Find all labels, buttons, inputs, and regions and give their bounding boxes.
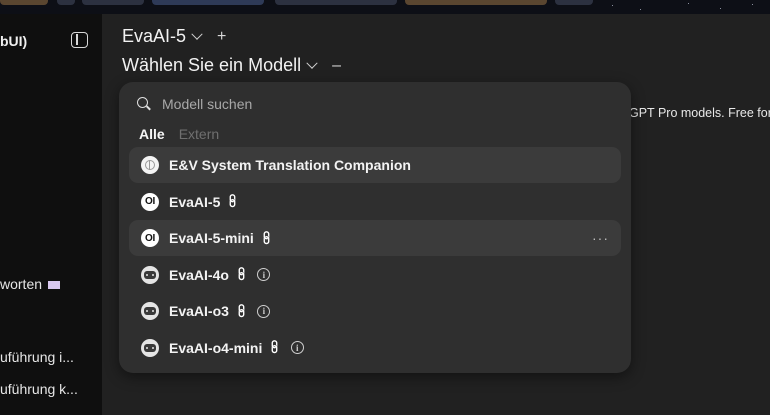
filter-tab-all[interactable]: Alle [139,126,165,142]
model-option[interactable]: OI EvaAI-5 🔗 [129,184,621,220]
sidebar-item[interactable]: uführung i... [0,349,74,365]
model-option-label: EvaAI-4o [169,266,229,283]
model-option[interactable]: OI EvaAI-5-mini 🔗 ··· [129,220,621,256]
oi-logo-icon: OI [141,229,159,247]
current-model-name[interactable]: EvaAI-5 [122,26,186,47]
sidebar-toggle-icon[interactable] [71,32,88,48]
model-header: EvaAI-5 + [122,26,226,47]
model-option-label: EvaAI-5-mini [169,230,254,246]
model-option[interactable]: E&V System Translation Companion [129,147,621,183]
model-search [137,96,462,112]
link-icon: 🔗 [225,193,242,210]
model-search-input[interactable] [162,96,462,112]
model-option[interactable]: EvaAI-o4-mini 🔗 i [129,330,621,366]
browser-tab[interactable] [57,0,75,5]
sidebar-item-label: uführung k... [0,381,78,397]
sidebar-item-label: worten [0,276,43,292]
info-icon[interactable]: i [257,304,271,318]
filter-tab-external[interactable]: Extern [179,126,219,142]
link-icon: 🔗 [233,302,251,320]
browser-tab[interactable] [405,0,547,5]
sidebar: bUI) worten uführung i... uführung k... [0,14,102,415]
sidebar-item-label: uführung i... [0,349,74,365]
sidebar-title[interactable]: bUI) [0,33,27,49]
bot-avatar-icon [141,265,159,284]
browser-tab[interactable] [275,0,397,5]
filter-tabs: Alle Extern [139,126,219,142]
sidebar-item[interactable]: uführung k... [0,381,78,397]
model-option-label: EvaAI-o4-mini [169,339,263,356]
chevron-down-icon[interactable] [191,28,203,40]
link-icon: 🔗 [233,266,251,283]
model-option[interactable]: EvaAI-4o 🔗 i [129,257,621,293]
browser-tab[interactable] [555,0,593,5]
browser-tab[interactable] [0,0,48,5]
more-options-icon[interactable]: ··· [592,230,609,246]
link-icon: 🔗 [258,229,276,247]
bot-avatar-icon [141,338,159,357]
chevron-down-icon[interactable] [306,57,318,69]
search-icon [137,97,151,111]
model-dropdown: Alle Extern E&V System Translation Compa… [119,82,631,373]
link-icon: 🔗 [267,339,284,356]
browser-tab[interactable] [152,0,264,5]
tag-badge [48,281,61,290]
model-select-button[interactable]: Wählen Sie ein Modell [122,55,301,76]
model-option-label: EvaAI-5 [169,193,221,210]
add-model-button[interactable]: + [217,28,226,46]
info-icon[interactable]: i [257,268,271,281]
browser-tab-strip [0,0,770,14]
banner-text: GPT Pro models. Free for [629,106,770,120]
sidebar-item[interactable]: worten [0,276,61,292]
bot-avatar-icon [141,302,159,320]
model-option[interactable]: EvaAI-o3 🔗 i [129,293,621,329]
browser-tab[interactable] [82,0,144,5]
model-list: E&V System Translation Companion OI EvaAI-… [129,147,621,366]
model-option-label: EvaAI-o3 [169,303,229,319]
info-icon[interactable]: i [290,341,304,354]
model-option-label: E&V System Translation Companion [169,157,411,173]
model-select-row: Wählen Sie ein Modell – [122,55,341,76]
remove-model-button[interactable]: – [332,57,341,75]
globe-icon [141,156,159,174]
oi-logo-icon: OI [141,192,159,211]
